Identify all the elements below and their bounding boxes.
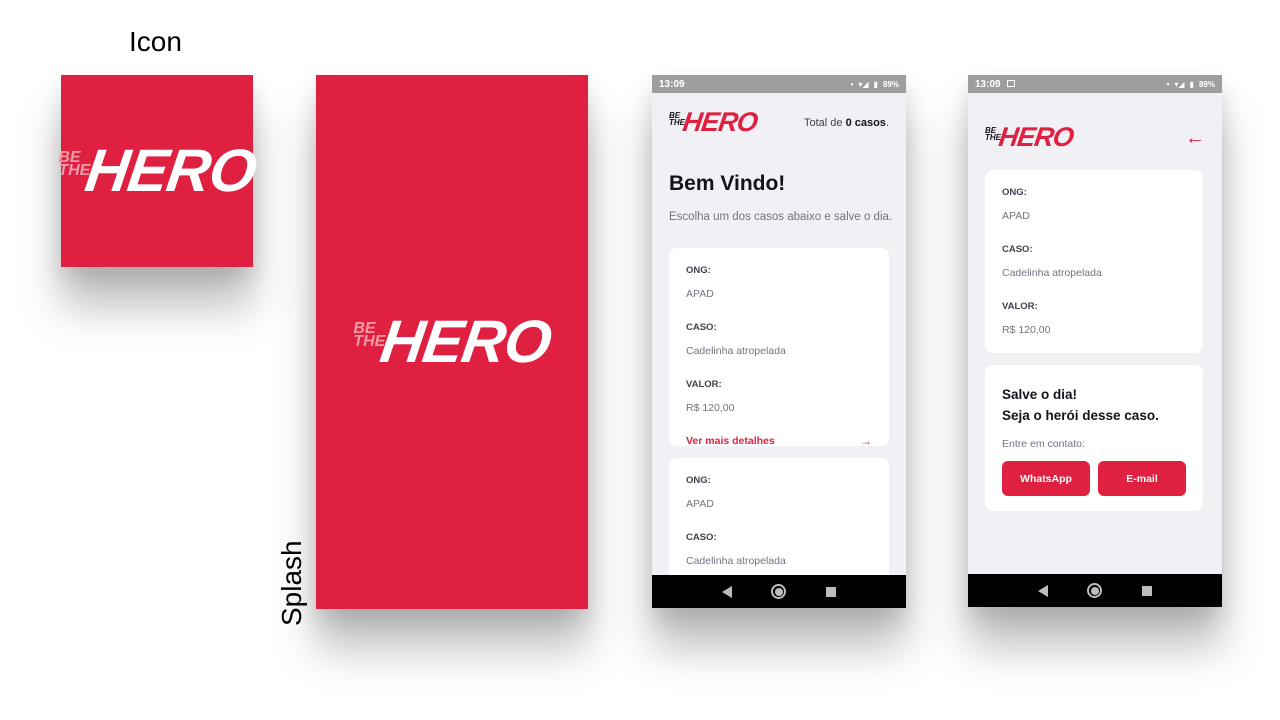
splash-screen: BE THE HERO	[316, 75, 588, 609]
ong-label: ONG:	[686, 265, 711, 276]
ong-label: ONG:	[686, 475, 711, 486]
battery-level: 89%	[882, 79, 899, 89]
logo-hero: HERO	[81, 137, 261, 204]
logo-hero: HERO	[996, 122, 1076, 152]
list-header: BE THE HERO Total de 0 casos.	[669, 107, 889, 137]
arrow-left-icon[interactable]: ←	[1185, 128, 1205, 148]
contact-label: Entre em contato:	[1002, 438, 1085, 450]
icon-caption: Icon	[129, 26, 182, 57]
header-logo: BE THE HERO	[669, 107, 760, 137]
design-board: Icon Splash BE THE HERO BE THE HERO 13:09 …	[0, 0, 1280, 720]
ong-label: ONG:	[1002, 187, 1027, 198]
logo-hero: HERO	[680, 107, 760, 137]
status-time: 13:09	[975, 79, 1015, 90]
case-value: Cadelinha atropelada	[1002, 267, 1102, 279]
status-time: 13:09	[659, 78, 685, 90]
case-detail-card: ONG: APAD CASO: Cadelinha atropelada VAL…	[985, 170, 1203, 353]
value-label: VALOR:	[686, 379, 722, 390]
detail-header: BE THE HERO ←	[985, 122, 1205, 152]
cases-list-screen: 13:09 • ▾◢ ▮ 89% BE THE HERO Total de 0 c…	[652, 75, 906, 608]
signal-icon: ▾◢	[858, 79, 869, 89]
notification-dot-icon: •	[1166, 79, 1170, 89]
hero-title: Salve o dia! Seja o herói desse caso.	[1002, 384, 1186, 426]
case-label: CASO:	[686, 532, 717, 543]
total-cases: Total de 0 casos.	[804, 117, 889, 129]
welcome-subtitle: Escolha um dos casos abaixo e salve o di…	[669, 211, 893, 223]
total-count: 0 casos	[845, 116, 886, 129]
total-suffix: .	[885, 116, 889, 129]
battery-icon: ▮	[873, 79, 878, 89]
app-logo: BE THE HERO	[58, 137, 260, 204]
hero-line-2: Seja o herói desse caso.	[1002, 408, 1159, 423]
case-detail-screen: 13:09 • ▾◢ ▮ 89% BE THE HERO ← ONG: APAD …	[968, 75, 1222, 607]
contact-buttons: WhatsApp E-mail	[1002, 461, 1186, 496]
nav-recents-icon[interactable]	[1142, 585, 1153, 596]
email-button[interactable]: E-mail	[1098, 461, 1186, 496]
logo-hero: HERO	[376, 308, 556, 375]
ong-value: APAD	[686, 498, 714, 510]
value-amount: R$ 120,00	[686, 402, 735, 414]
nav-back-icon[interactable]	[1037, 584, 1048, 597]
status-bar: 13:09 • ▾◢ ▮ 89%	[968, 75, 1222, 93]
battery-level: 89%	[1198, 79, 1215, 89]
android-nav-bar	[652, 575, 906, 608]
total-prefix: Total de	[803, 116, 843, 129]
android-nav-bar	[968, 574, 1222, 607]
case-label: CASO:	[686, 322, 717, 333]
ong-value: APAD	[1002, 210, 1030, 222]
details-link[interactable]: Ver mais detalhes →	[686, 434, 872, 448]
arrow-right-icon[interactable]: →	[860, 434, 872, 448]
app-icon-tile: BE THE HERO	[58, 75, 260, 267]
status-icons: • ▾◢ ▮ 89%	[1167, 80, 1215, 89]
nav-home-icon[interactable]	[1087, 583, 1103, 598]
welcome-title: Bem Vindo!	[669, 172, 786, 195]
image-notification-icon	[1006, 79, 1015, 87]
nav-home-icon[interactable]	[771, 584, 787, 599]
notification-dot-icon: •	[850, 79, 854, 89]
details-label[interactable]: Ver mais detalhes	[686, 435, 775, 447]
ong-value: APAD	[686, 288, 714, 300]
splash-logo: BE THE HERO	[353, 308, 555, 375]
case-value: Cadelinha atropelada	[686, 345, 786, 357]
nav-back-icon[interactable]	[721, 585, 732, 598]
nav-recents-icon[interactable]	[826, 586, 837, 597]
header-logo: BE THE HERO	[985, 122, 1076, 152]
case-label: CASO:	[1002, 244, 1033, 255]
signal-icon: ▾◢	[1174, 79, 1185, 89]
splash-caption: Splash	[276, 540, 307, 626]
hero-line-1: Salve o dia!	[1002, 387, 1078, 402]
value-label: VALOR:	[1002, 301, 1038, 312]
value-amount: R$ 120,00	[1002, 324, 1051, 336]
battery-icon: ▮	[1189, 79, 1194, 89]
status-bar: 13:09 • ▾◢ ▮ 89%	[652, 75, 906, 93]
case-card: ONG: APAD CASO: Cadelinha atropelada VAL…	[669, 248, 889, 448]
status-icons: • ▾◢ ▮ 89%	[851, 80, 899, 89]
contact-card: Salve o dia! Seja o herói desse caso. En…	[985, 365, 1203, 511]
case-value: Cadelinha atropelada	[686, 555, 786, 567]
whatsapp-button[interactable]: WhatsApp	[1002, 461, 1090, 496]
